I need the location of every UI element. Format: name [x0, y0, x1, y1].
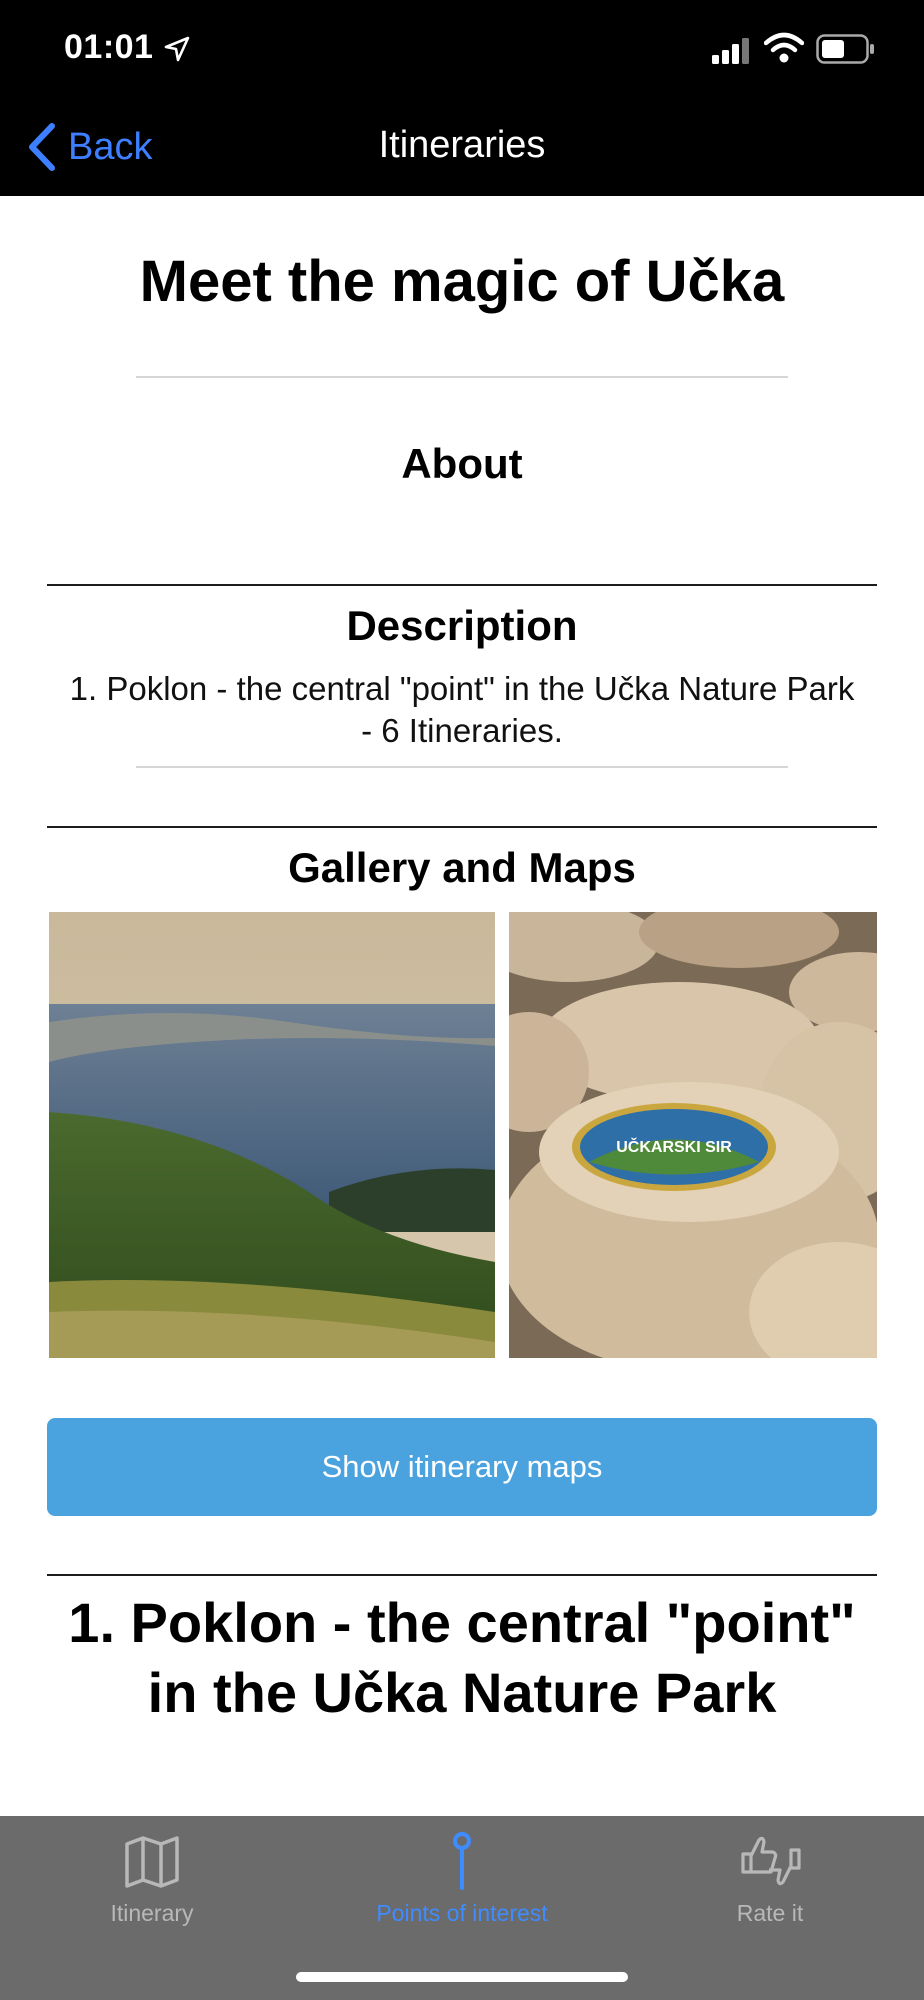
- location-arrow-icon: [164, 36, 190, 62]
- divider: [136, 376, 788, 378]
- gallery-image-cheese[interactable]: UČKARSKI SIR: [509, 912, 877, 1358]
- tab-itinerary[interactable]: Itinerary: [2, 1828, 302, 1927]
- thumbs-icon: [741, 1836, 801, 1886]
- status-time: 01:01: [64, 28, 154, 66]
- tab-rate-it[interactable]: Rate it: [620, 1828, 920, 1927]
- wifi-icon: [764, 32, 804, 63]
- cellular-signal-icon: [712, 38, 749, 64]
- tab-label: Itinerary: [110, 1900, 194, 1926]
- top-bar: 01:01 Back Itineraries: [0, 0, 924, 196]
- divider: [47, 584, 877, 586]
- poi-title: 1. Poklon - the central "point" in the U…: [68, 1591, 856, 1724]
- page-title: Meet the magic of Učka: [139, 249, 785, 314]
- pin-icon: [453, 1832, 471, 1890]
- tab-label: Points of interest: [376, 1900, 548, 1926]
- divider: [47, 1574, 877, 1576]
- about-heading: About: [401, 440, 523, 487]
- map-icon: [125, 1836, 179, 1888]
- description-heading: Description: [346, 602, 578, 649]
- tab-points-of-interest[interactable]: Points of interest: [312, 1828, 612, 1927]
- divider: [136, 766, 788, 768]
- show-itinerary-maps-button[interactable]: Show itinerary maps: [47, 1418, 877, 1516]
- description-text: 1. Poklon - the central "point" in the U…: [69, 670, 855, 749]
- tab-label: Rate it: [736, 1900, 804, 1926]
- home-indicator[interactable]: [296, 1972, 628, 1982]
- gallery-heading: Gallery and Maps: [288, 844, 636, 891]
- gallery-image-landscape[interactable]: [49, 912, 495, 1358]
- nav-title: Itineraries: [378, 124, 546, 166]
- divider: [47, 826, 877, 828]
- cheese-label-text: UČKARSKI SIR: [616, 1137, 732, 1156]
- battery-icon: [816, 34, 874, 64]
